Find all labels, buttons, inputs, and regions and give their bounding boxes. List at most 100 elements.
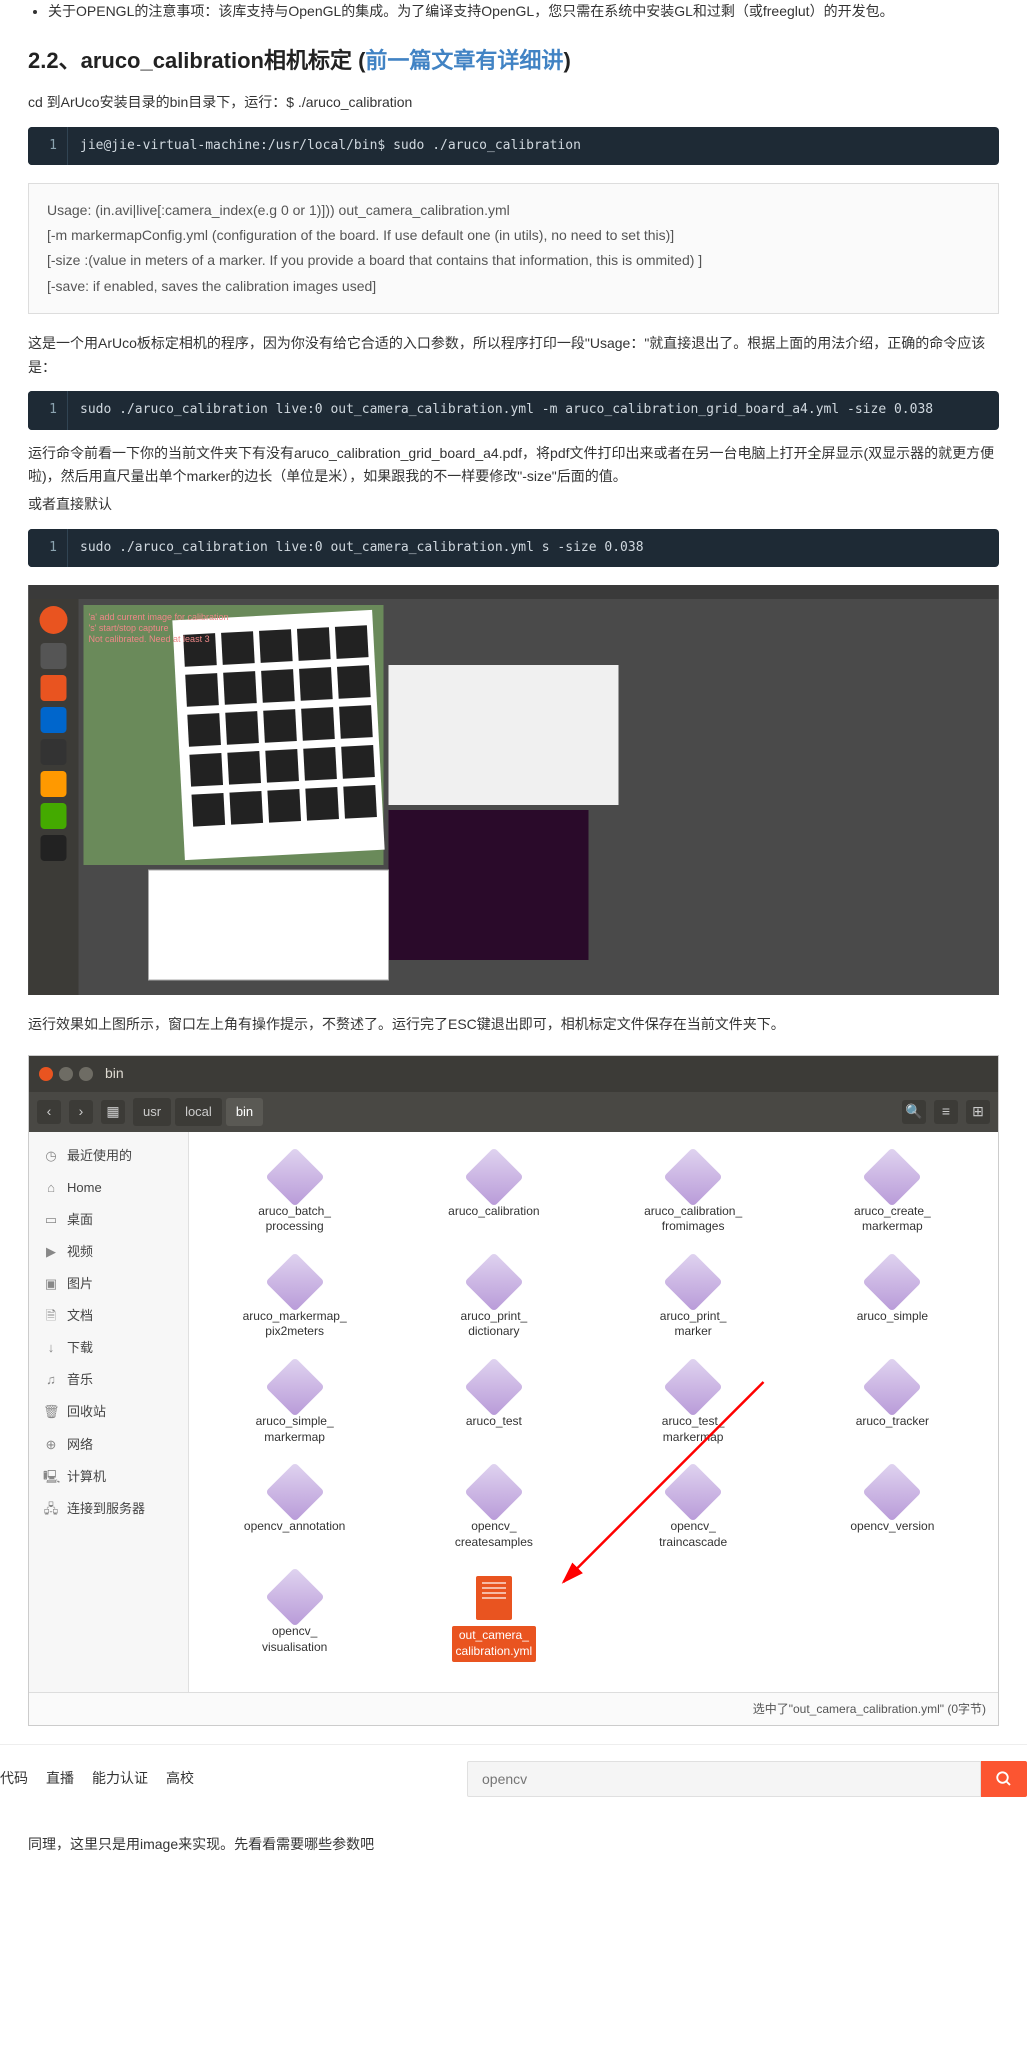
executable-icon (274, 1576, 316, 1618)
svg-text:'s' start/stop capture: 's' start/stop capture (89, 623, 169, 633)
window-close-icon[interactable] (39, 1067, 53, 1081)
sidebar-item[interactable]: 🗎文档 (29, 1300, 188, 1332)
search-box (467, 1761, 1027, 1797)
executable-icon (274, 1261, 316, 1303)
nav-back-button[interactable]: ‹ (37, 1100, 61, 1124)
executable-icon (473, 1156, 515, 1198)
sidebar-label: 图片 (67, 1273, 93, 1295)
sidebar-label: Home (67, 1177, 102, 1199)
code-block-1: 1 jie@jie-virtual-machine:/usr/local/bin… (28, 127, 999, 165)
executable-icon (274, 1366, 316, 1408)
code-gutter: 1 (28, 391, 68, 429)
executable-icon (672, 1156, 714, 1198)
sidebar-item[interactable]: 🗑回收站 (29, 1396, 188, 1428)
sidebar-item[interactable]: ◷最近使用的 (29, 1140, 188, 1172)
executable-icon (672, 1366, 714, 1408)
file-item[interactable]: aruco_simple (797, 1257, 988, 1344)
desktop-svg: 'a' add current image for calibration 's… (28, 585, 999, 995)
crumb-bin[interactable]: bin (226, 1098, 263, 1126)
file-item[interactable]: opencv_createsamples (398, 1467, 589, 1554)
bullet-opengl: 关于OPENGL的注意事项：该库支持与OpenGL的集成。为了编译支持OpenG… (48, 0, 999, 24)
sidebar-item[interactable]: ▣ 图片 (29, 1268, 188, 1300)
file-item[interactable]: aruco_create_markermap (797, 1152, 988, 1239)
code-content-2[interactable]: sudo ./aruco_calibration live:0 out_came… (68, 391, 999, 429)
executable-icon (672, 1261, 714, 1303)
executable-icon (473, 1261, 515, 1303)
sidebar-label: 下载 (67, 1337, 93, 1359)
code-block-3: 1 sudo ./aruco_calibration live:0 out_ca… (28, 529, 999, 567)
file-item[interactable]: opencv_traincascade (598, 1467, 789, 1554)
usage-line-2: [-m markermapConfig.yml (configuration o… (47, 223, 980, 248)
fm-file-grid[interactable]: aruco_batch_processingaruco_calibrationa… (189, 1132, 998, 1692)
sidebar-item[interactable]: 🖧连接到服务器 (29, 1493, 188, 1525)
file-item[interactable]: aruco_batch_processing (199, 1152, 390, 1239)
list-view-icon[interactable]: ≡ (934, 1100, 958, 1124)
sidebar-label: 最近使用的 (67, 1145, 132, 1167)
bottom-tab[interactable]: 高校 (166, 1767, 194, 1791)
file-label: aruco_test_markermap (602, 1414, 785, 1445)
file-item[interactable]: aruco_test_markermap (598, 1362, 789, 1449)
executable-icon (871, 1366, 913, 1408)
sidebar-item[interactable]: ♫音乐 (29, 1364, 188, 1396)
sidebar-icon: 🗎 (43, 1305, 59, 1327)
file-item[interactable]: aruco_calibration_fromimages (598, 1152, 789, 1239)
svg-text:'a' add current image for cali: 'a' add current image for calibration (89, 612, 229, 622)
file-label: opencv_createsamples (402, 1519, 585, 1550)
file-label: aruco_tracker (801, 1414, 984, 1430)
sidebar-label: 连接到服务器 (67, 1498, 145, 1520)
file-item[interactable]: aruco_markermap_pix2meters (199, 1257, 390, 1344)
executable-icon (871, 1471, 913, 1513)
bottom-tab[interactable]: 直播 (46, 1767, 74, 1791)
window-min-icon[interactable] (59, 1067, 73, 1081)
sidebar-label: 音乐 (67, 1369, 93, 1391)
fm-titlebar[interactable]: bin (29, 1056, 998, 1092)
sidebar-item[interactable]: ▶视频 (29, 1236, 188, 1268)
file-item[interactable]: opencv_version (797, 1467, 988, 1554)
search-icon[interactable]: 🔍 (902, 1100, 926, 1124)
fm-sidebar: ◷最近使用的 ⌂ Home ▭桌面▶视频 ▣ 图片 🗎文档↓下载♫音乐🗑回收站⊕网络🖳计算机… (29, 1132, 189, 1692)
file-label: aruco_batch_processing (203, 1204, 386, 1235)
file-item[interactable]: aruco_print_marker (598, 1257, 789, 1344)
search-button[interactable] (981, 1761, 1027, 1797)
file-label: aruco_simple (801, 1309, 984, 1325)
para-same: 同理，这里只是用image来实现。先看看需要哪些参数吧 (28, 1833, 999, 1857)
nav-home-icon[interactable]: ▦ (101, 1100, 125, 1124)
sidebar-label: 回收站 (67, 1401, 106, 1423)
search-input[interactable] (467, 1761, 981, 1797)
section-heading: 2.2、aruco_calibration相机标定 (前一篇文章有详细讲) (28, 42, 999, 79)
sidebar-item[interactable]: ⊕网络 (29, 1429, 188, 1461)
bottom-tab[interactable]: 能力认证 (92, 1767, 148, 1791)
file-item[interactable]: aruco_calibration (398, 1152, 589, 1239)
file-label: opencv_traincascade (602, 1519, 785, 1550)
bottom-bar: 代码直播能力认证高校 (0, 1744, 1027, 1821)
para-run: 运行命令前看一下你的当前文件夹下有没有aruco_calibration_gri… (28, 442, 999, 490)
crumb-usr[interactable]: usr (133, 1098, 171, 1126)
window-max-icon[interactable] (79, 1067, 93, 1081)
sidebar-icon: ⌂ (43, 1177, 59, 1199)
file-item[interactable]: aruco_tracker (797, 1362, 988, 1449)
file-item-yml[interactable]: out_camera_calibration.yml (398, 1572, 589, 1665)
code-content-3[interactable]: sudo ./aruco_calibration live:0 out_came… (68, 529, 999, 567)
file-item[interactable]: aruco_test (398, 1362, 589, 1449)
code-content-1[interactable]: jie@jie-virtual-machine:/usr/local/bin$ … (68, 127, 999, 165)
sidebar-item[interactable]: 🖳计算机 (29, 1461, 188, 1493)
sidebar-icon: ▣ (43, 1273, 59, 1295)
sidebar-icon: ▭ (43, 1209, 59, 1231)
bottom-tab[interactable]: 代码 (0, 1767, 28, 1791)
magnifier-icon (995, 1770, 1013, 1788)
file-item[interactable]: opencv_visualisation (199, 1572, 390, 1665)
para-cd: cd 到ArUco安装目录的bin目录下，运行：$ ./aruco_calibr… (28, 91, 999, 115)
para-or: 或者直接默认 (28, 493, 999, 517)
file-item[interactable]: opencv_annotation (199, 1467, 390, 1554)
file-item[interactable]: aruco_print_dictionary (398, 1257, 589, 1344)
sidebar-item[interactable]: ⌂ Home (29, 1172, 188, 1204)
sidebar-item[interactable]: ▭桌面 (29, 1204, 188, 1236)
crumb-local[interactable]: local (175, 1098, 222, 1126)
para-explain: 这是一个用ArUco板标定相机的程序，因为你没有给它合适的入口参数，所以程序打印… (28, 332, 999, 380)
grid-view-icon[interactable]: ⊞ (966, 1100, 990, 1124)
file-item[interactable]: aruco_simple_markermap (199, 1362, 390, 1449)
sidebar-item[interactable]: ↓下载 (29, 1332, 188, 1364)
executable-icon (473, 1471, 515, 1513)
nav-forward-button[interactable]: › (69, 1100, 93, 1124)
heading-link[interactable]: 前一篇文章有详细讲 (365, 48, 563, 73)
